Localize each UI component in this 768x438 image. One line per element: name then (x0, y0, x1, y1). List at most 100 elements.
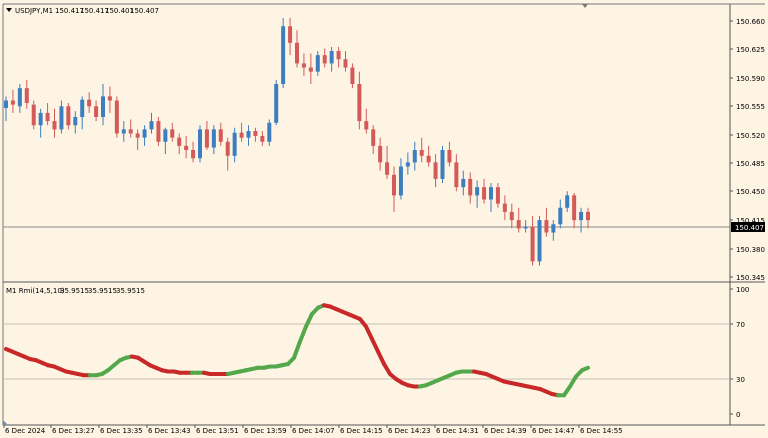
candle-body (537, 220, 542, 262)
candle-body (392, 174, 396, 196)
rmi-segment (364, 324, 374, 341)
candle-body (579, 211, 584, 221)
candle-body (516, 220, 521, 229)
indicator-axis[interactable]: 100 70 30 0 (730, 286, 749, 419)
time-label: 6 Dec 14:55 (580, 427, 623, 435)
candle-body (405, 162, 410, 167)
price-label: 150.485 (736, 160, 765, 168)
candle-body (419, 150, 424, 156)
time-label: 6 Dec 13:43 (148, 427, 191, 435)
rmi-segment (292, 339, 302, 360)
candle-body (204, 129, 209, 148)
candle-body (495, 187, 500, 204)
candle-body (475, 187, 480, 196)
candle-body (66, 106, 71, 126)
candle-body (308, 67, 313, 72)
indicator-axis-label: 70 (736, 321, 745, 329)
candle-body (274, 84, 279, 123)
time-label: 6 Dec 2024 (5, 427, 46, 435)
price-label: 150.555 (736, 103, 765, 111)
candle-body (38, 112, 43, 126)
rmi-line-group (4, 303, 590, 398)
indicator-axis-label: 30 (736, 376, 745, 384)
candle-body (440, 150, 445, 179)
indicator-value-1: 35.9515 (60, 287, 89, 295)
candle-body (565, 195, 570, 208)
indicator-axis-label: 0 (736, 411, 740, 419)
candle-body (301, 63, 306, 68)
candle-body (378, 145, 383, 163)
candle-body (239, 132, 244, 138)
candle-body (253, 131, 258, 136)
symbol-name: USDJPY,M1 (15, 7, 53, 15)
dropdown-triangle-icon[interactable] (6, 8, 12, 12)
time-label: 6 Dec 14:47 (532, 427, 575, 435)
rmi-segment (298, 324, 308, 344)
candle-body (260, 135, 265, 142)
candle-body (385, 162, 390, 175)
candle-body (371, 129, 376, 146)
candle-body (114, 100, 119, 134)
candle-body (128, 129, 133, 134)
price-label: 150.345 (736, 274, 765, 282)
ohlc-close: 150.407 (130, 7, 159, 15)
candle-body (482, 187, 487, 200)
time-label: 6 Dec 13:59 (244, 427, 287, 435)
candle-body (198, 129, 202, 159)
indicator-value-2: 35.9515 (88, 287, 117, 295)
candle-body (426, 155, 431, 163)
price-label: 150.625 (736, 46, 765, 54)
candle-body (170, 129, 175, 138)
candle-body (10, 100, 15, 105)
candle-body (558, 207, 563, 225)
candle-body (509, 211, 514, 221)
candle-body (31, 104, 36, 126)
candle-body (149, 121, 154, 130)
candle-body (4, 100, 8, 108)
indicator-axis-label: 100 (736, 286, 749, 294)
price-label: 150.450 (736, 188, 765, 196)
rmi-segment (580, 365, 590, 373)
candle-body (52, 121, 57, 130)
candle-body (315, 55, 320, 72)
candle-body (225, 141, 230, 156)
candle-body (121, 129, 126, 134)
candle-body (544, 220, 549, 233)
candles-group (4, 18, 590, 266)
candle-body (433, 162, 438, 179)
time-label: 6 Dec 13:35 (100, 427, 143, 435)
price-label: 150.520 (736, 132, 765, 140)
time-label: 6 Dec 14:23 (388, 427, 431, 435)
candle-body (454, 162, 459, 188)
candle-body (45, 112, 50, 122)
candle-body (246, 131, 251, 138)
candle-body (523, 226, 528, 229)
candle-body (329, 51, 334, 64)
chart-canvas[interactable]: USDJPY,M1 150.417 150.417 150.401 150.40… (0, 0, 768, 438)
chart-shift-marker-icon[interactable] (582, 4, 588, 8)
candle-body (398, 166, 403, 196)
time-axis[interactable]: 6 Dec 2024 6 Dec 13:27 6 Dec 13:35 6 Dec… (3, 425, 623, 435)
time-label: 6 Dec 13:27 (52, 427, 95, 435)
candle-body (142, 129, 147, 138)
candle-body (343, 59, 348, 68)
candle-body (586, 211, 590, 221)
candle-body (101, 96, 105, 118)
candle-body (218, 129, 223, 142)
candle-body (551, 224, 556, 233)
candle-body (267, 122, 272, 142)
candle-body (412, 150, 417, 163)
rmi-segment (376, 349, 386, 366)
trading-chart-window[interactable]: USDJPY,M1 150.417 150.417 150.401 150.40… (0, 0, 768, 438)
candle-body (135, 133, 140, 138)
price-axis[interactable]: 150.660 150.625 150.590 150.555 150.520 … (730, 18, 765, 282)
candle-body (163, 129, 168, 142)
time-label: 6 Dec 14:07 (292, 427, 335, 435)
candle-body (232, 132, 237, 156)
candle-body (364, 121, 369, 130)
time-label: 6 Dec 14:15 (340, 427, 383, 435)
candle-body (489, 187, 493, 200)
candle-body (295, 42, 299, 64)
candle-body (461, 178, 466, 188)
candle-body (447, 150, 452, 163)
